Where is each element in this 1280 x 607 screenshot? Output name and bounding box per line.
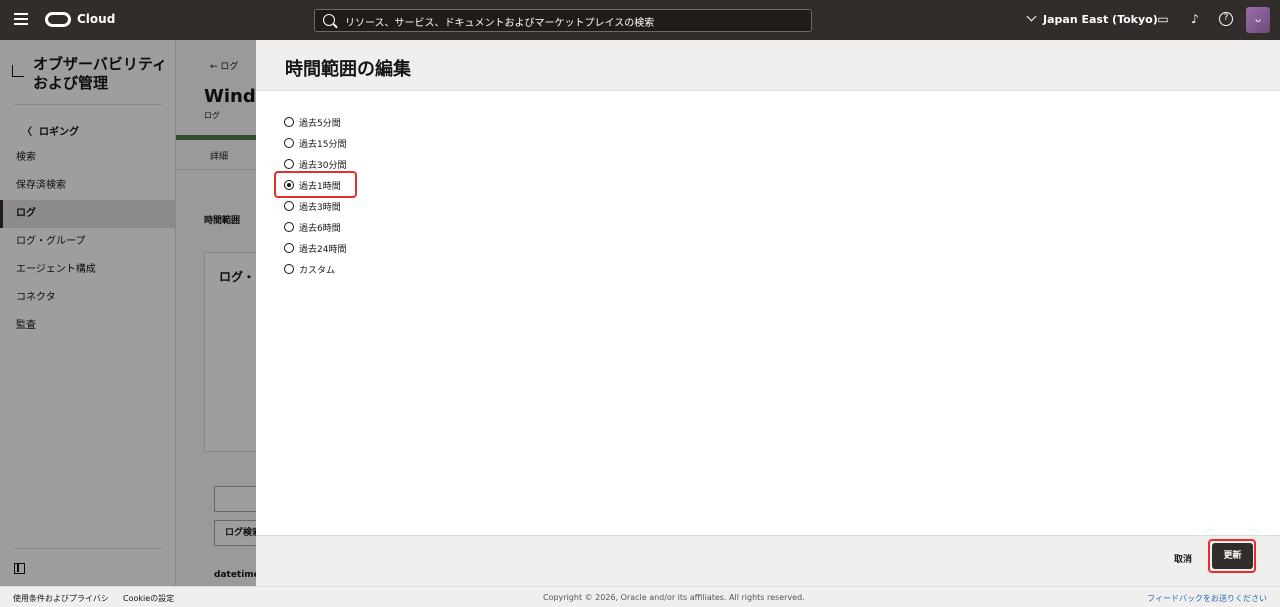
search-placeholder: リソース、サービス、ドキュメントおよびマーケットプレイスの検索 — [345, 18, 655, 29]
radio-button[interactable] — [284, 201, 294, 211]
update-highlight — [1208, 539, 1256, 573]
radio-label: 過去24時間 — [299, 244, 347, 255]
page-footer: 使用条件およびプライバシ Cookieの設定 Copyright © 2026,… — [0, 586, 1280, 607]
notifications-bell-icon[interactable]: ♪ — [1188, 12, 1202, 26]
radio-button[interactable] — [284, 243, 294, 253]
hamburger-menu-icon[interactable] — [14, 13, 28, 27]
feedback-link[interactable]: フィードバックをお送りください — [1147, 593, 1267, 604]
brand-name[interactable]: Cloud — [77, 12, 115, 26]
radio-option-custom[interactable]: カスタム — [284, 261, 335, 277]
chevron-down-icon — [1026, 11, 1037, 22]
panel-header: 時間範囲の編集 — [256, 40, 1280, 91]
cancel-button[interactable]: 取消 — [1174, 552, 1192, 565]
cookie-settings-link[interactable]: Cookieの設定 — [123, 593, 174, 604]
radio-button[interactable] — [284, 159, 294, 169]
radio-button[interactable] — [284, 117, 294, 127]
radio-label: 過去30分間 — [299, 160, 347, 171]
radio-option-last-3-hours[interactable]: 過去3時間 — [284, 198, 341, 214]
region-label: Japan East (Tokyo) — [1043, 13, 1158, 26]
search-icon — [323, 14, 335, 26]
radio-option-last-5-min[interactable]: 過去5分間 — [284, 114, 341, 130]
cloud-shell-icon[interactable]: ▭ — [1156, 12, 1170, 26]
radio-label: 過去15分間 — [299, 139, 347, 150]
copyright-text: Copyright © 2026, Oracle and/or its affi… — [543, 593, 805, 602]
radio-button[interactable] — [284, 264, 294, 274]
global-search-input[interactable]: リソース、サービス、ドキュメントおよびマーケットプレイスの検索 — [314, 9, 812, 32]
terms-privacy-link[interactable]: 使用条件およびプライバシ — [13, 593, 109, 604]
radio-option-last-6-hours[interactable]: 過去6時間 — [284, 219, 341, 235]
help-icon[interactable]: ? — [1219, 12, 1233, 26]
top-navigation-bar: Cloud リソース、サービス、ドキュメントおよびマーケットプレイスの検索 Ja… — [0, 0, 1280, 40]
selection-highlight — [274, 171, 357, 198]
modal-backdrop[interactable] — [0, 40, 256, 586]
radio-button[interactable] — [284, 222, 294, 232]
radio-label: 過去3時間 — [299, 202, 341, 213]
radio-option-last-15-min[interactable]: 過去15分間 — [284, 135, 346, 151]
radio-label: 過去5分間 — [299, 118, 341, 129]
radio-option-last-30-min[interactable]: 過去30分間 — [284, 156, 346, 172]
radio-option-last-24-hours[interactable]: 過去24時間 — [284, 240, 346, 256]
radio-label: 過去6時間 — [299, 223, 341, 234]
panel-title: 時間範囲の編集 — [285, 59, 411, 80]
panel-footer: 取消 更新 — [256, 535, 1280, 586]
radio-button[interactable] — [284, 138, 294, 148]
user-avatar-icon[interactable]: ᴗ — [1246, 7, 1270, 33]
edit-time-range-panel: 時間範囲の編集 過去5分間 過去15分間 過去30分間 過去1時間 過去3時間 … — [256, 40, 1280, 586]
radio-label: カスタム — [299, 265, 336, 276]
region-selector[interactable]: Japan East (Tokyo) — [1026, 11, 1158, 26]
oracle-logo-icon[interactable] — [45, 12, 71, 27]
